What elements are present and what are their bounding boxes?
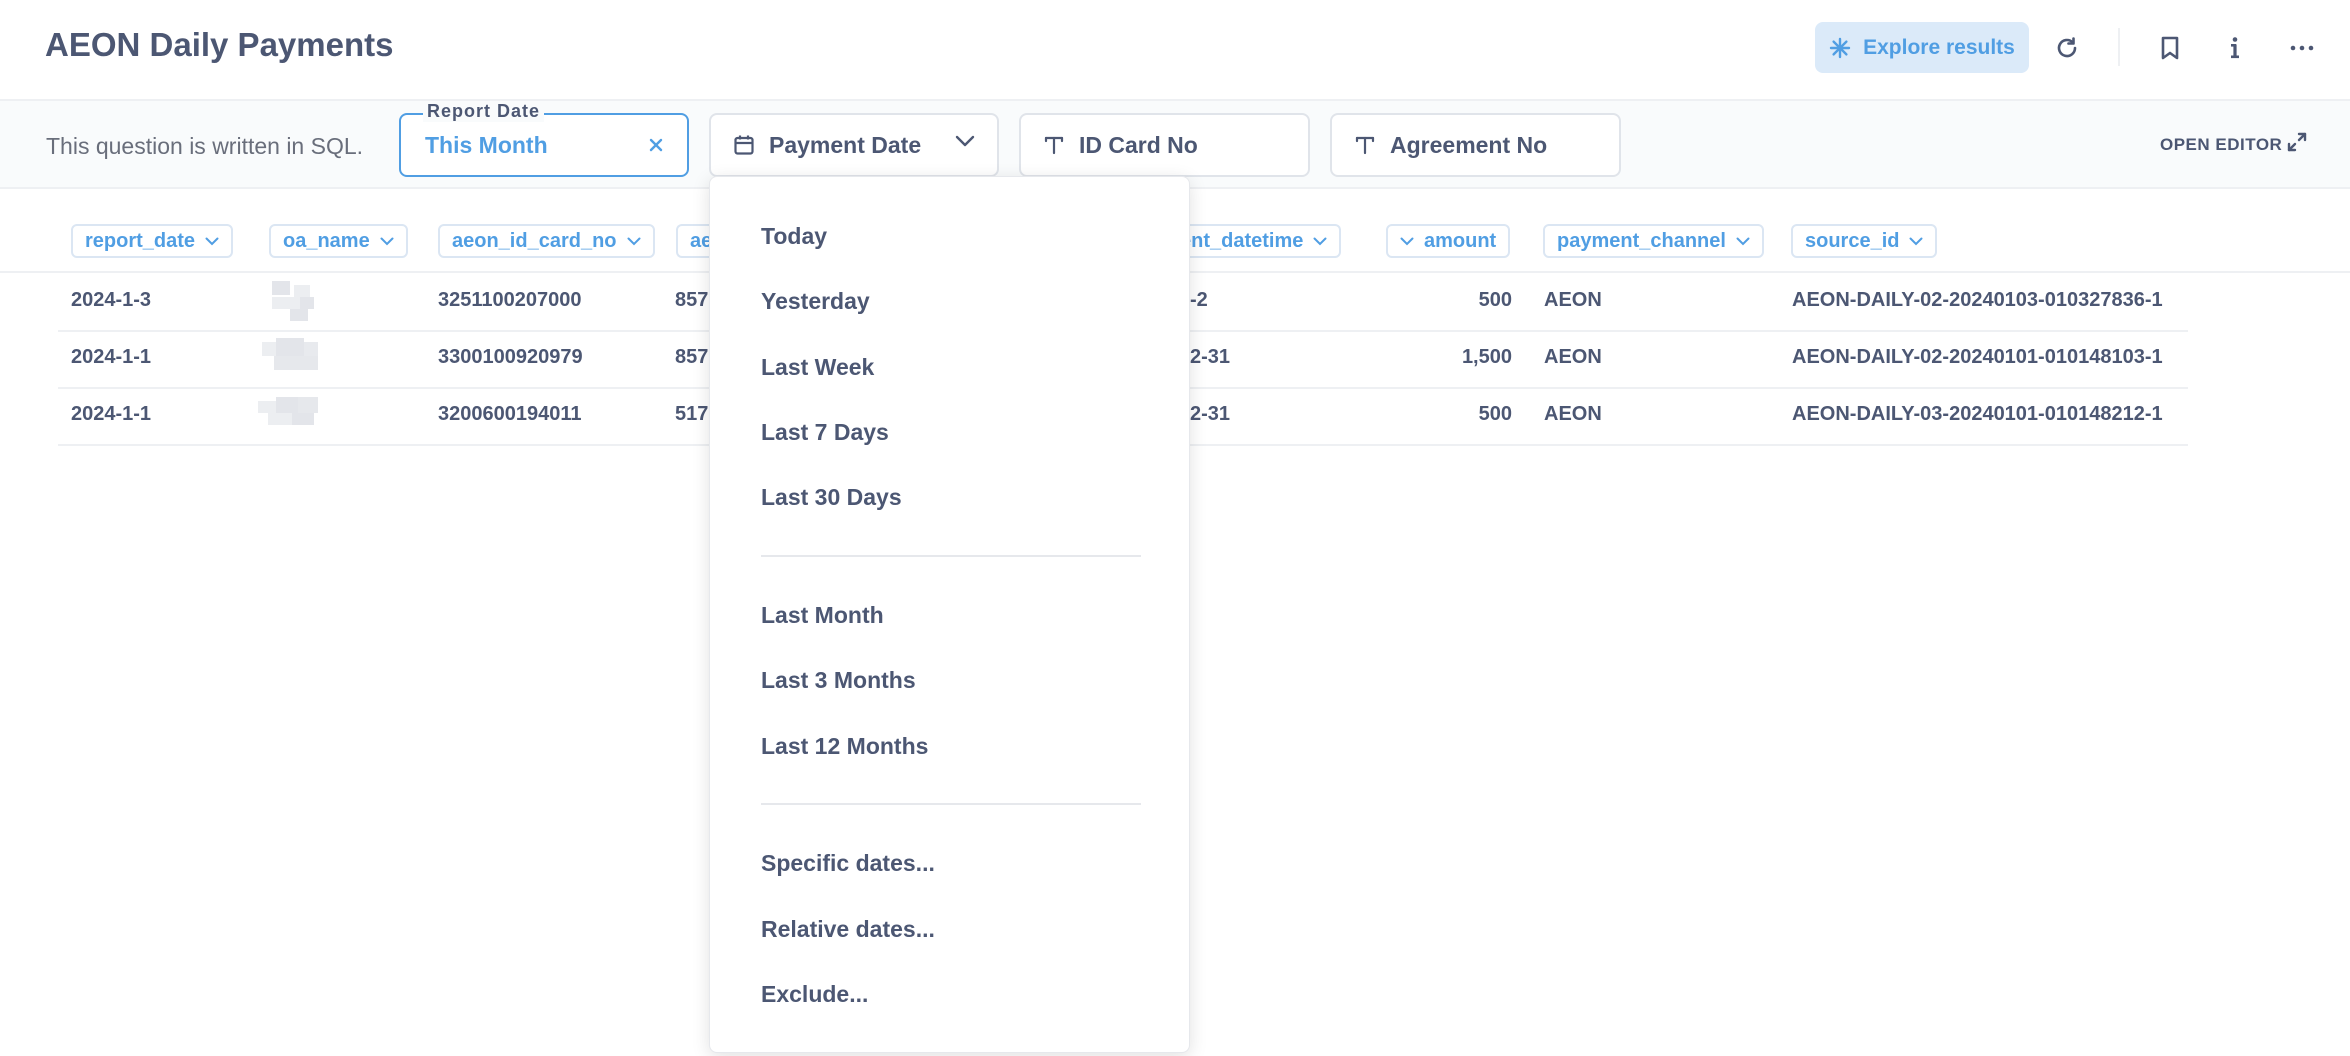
column-header-amount[interactable]: amount bbox=[1386, 224, 1511, 258]
menu-item-last-7-days[interactable]: Last 7 Days bbox=[761, 419, 889, 446]
expand-icon[interactable] bbox=[2286, 131, 2308, 153]
chevron-down-icon bbox=[1736, 237, 1750, 246]
menu-divider bbox=[761, 803, 1141, 805]
report-date-filter-label: Report Date bbox=[423, 101, 545, 122]
cell-datetime: 2-31 bbox=[1190, 346, 1231, 368]
explore-results-label: Explore results bbox=[1863, 35, 2015, 59]
chevron-down-icon bbox=[955, 135, 975, 147]
menu-item-last-3-months[interactable]: Last 3 Months bbox=[761, 667, 916, 694]
column-header-source-id[interactable]: source_id bbox=[1791, 224, 1938, 258]
chevron-down-icon bbox=[380, 237, 394, 246]
menu-item-last-week[interactable]: Last Week bbox=[761, 354, 874, 381]
column-header-label: payment_channel bbox=[1557, 229, 1726, 252]
cell-report-date: 2024-1-3 bbox=[71, 289, 152, 311]
open-editor-button[interactable]: OPEN EDITOR bbox=[2160, 135, 2282, 155]
info-icon[interactable] bbox=[2217, 30, 2253, 66]
column-header-label: ent_datetime bbox=[1180, 229, 1304, 252]
cell-id-card: 3200600194011 bbox=[438, 403, 582, 425]
report-date-filter-value: This Month bbox=[425, 131, 548, 158]
column-header-label: oa_name bbox=[283, 229, 370, 252]
cell-source-id: AEON-DAILY-03-20240101-010148212-1 bbox=[1792, 403, 2163, 425]
column-header-label: amount bbox=[1424, 229, 1497, 252]
close-icon[interactable] bbox=[649, 131, 663, 159]
column-header-label: report_date bbox=[85, 229, 196, 252]
menu-item-yesterday[interactable]: Yesterday bbox=[761, 288, 870, 315]
column-header-aeon-id-card-no[interactable]: aeon_id_card_no bbox=[438, 224, 655, 258]
agreement-filter[interactable]: Agreement No bbox=[1330, 113, 1621, 177]
menu-item-specific-dates[interactable]: Specific dates... bbox=[761, 850, 935, 877]
id-card-filter-label: ID Card No bbox=[1079, 131, 1198, 158]
payment-date-filter[interactable]: Payment Date bbox=[709, 113, 999, 177]
payment-date-filter-label: Payment Date bbox=[769, 131, 922, 158]
id-card-filter[interactable]: ID Card No bbox=[1019, 113, 1310, 177]
column-header-report-date[interactable]: report_date bbox=[71, 224, 234, 258]
cell-channel: AEON bbox=[1544, 403, 1602, 425]
sparkle-icon bbox=[1829, 37, 1851, 59]
agreement-filter-label: Agreement No bbox=[1390, 131, 1548, 158]
chevron-down-icon bbox=[1313, 237, 1327, 246]
cell-channel: AEON bbox=[1544, 289, 1602, 311]
page-title: AEON Daily Payments bbox=[45, 26, 394, 63]
cell-id-card: 3251100207000 bbox=[438, 289, 582, 311]
chevron-down-icon bbox=[1909, 237, 1923, 246]
cell-datetime: 2-31 bbox=[1190, 403, 1231, 425]
column-header-label: aeon_id_card_no bbox=[452, 229, 617, 252]
refresh-icon[interactable] bbox=[2049, 30, 2085, 66]
column-header-label: source_id bbox=[1805, 229, 1900, 252]
cell-partial: 517 bbox=[675, 403, 709, 425]
menu-item-relative-dates[interactable]: Relative dates... bbox=[761, 916, 935, 943]
chevron-down-icon bbox=[1400, 237, 1414, 246]
page-header: AEON Daily Payments Explore results bbox=[0, 0, 2350, 99]
explore-results-button[interactable]: Explore results bbox=[1815, 22, 2029, 73]
text-icon bbox=[1043, 134, 1065, 156]
sql-notice: This question is written in SQL. bbox=[46, 133, 364, 159]
bookmark-icon[interactable] bbox=[2152, 30, 2188, 66]
menu-item-today[interactable]: Today bbox=[761, 223, 827, 250]
chevron-down-icon bbox=[627, 237, 641, 246]
cell-amount: 500 bbox=[1478, 289, 1512, 311]
menu-item-exclude[interactable]: Exclude... bbox=[761, 981, 868, 1008]
cell-datetime: -2 bbox=[1190, 289, 1208, 311]
menu-item-last-month[interactable]: Last Month bbox=[761, 602, 884, 629]
cell-source-id: AEON-DAILY-02-20240101-010148103-1 bbox=[1792, 346, 2163, 368]
cell-source-id: AEON-DAILY-02-20240103-010327836-1 bbox=[1792, 289, 2163, 311]
report-date-filter[interactable]: Report Date This Month bbox=[399, 101, 689, 177]
redacted-name bbox=[262, 338, 348, 378]
more-icon[interactable] bbox=[2284, 30, 2320, 66]
cell-report-date: 2024-1-1 bbox=[71, 403, 152, 425]
menu-item-last-30-days[interactable]: Last 30 Days bbox=[761, 484, 902, 511]
column-header-payment-channel[interactable]: payment_channel bbox=[1543, 224, 1764, 258]
cell-id-card: 3300100920979 bbox=[438, 346, 583, 368]
text-icon bbox=[1354, 134, 1376, 156]
cell-partial: 857 bbox=[675, 346, 709, 368]
column-header-oa-name[interactable]: oa_name bbox=[269, 224, 408, 258]
cell-amount: 1,500 bbox=[1461, 346, 1512, 368]
date-filter-dropdown: Today Yesterday Last Week Last 7 Days La… bbox=[709, 176, 1190, 1053]
redacted-name bbox=[258, 395, 344, 435]
calendar-icon bbox=[733, 134, 755, 156]
cell-report-date: 2024-1-1 bbox=[71, 346, 152, 368]
cell-channel: AEON bbox=[1544, 346, 1602, 368]
chevron-down-icon bbox=[205, 237, 219, 246]
menu-divider bbox=[761, 555, 1141, 557]
menu-item-last-12-months[interactable]: Last 12 Months bbox=[761, 733, 928, 760]
redacted-name bbox=[264, 281, 350, 321]
cell-amount: 500 bbox=[1478, 403, 1512, 425]
header-divider bbox=[2118, 28, 2120, 66]
cell-partial: 857 bbox=[675, 289, 709, 311]
